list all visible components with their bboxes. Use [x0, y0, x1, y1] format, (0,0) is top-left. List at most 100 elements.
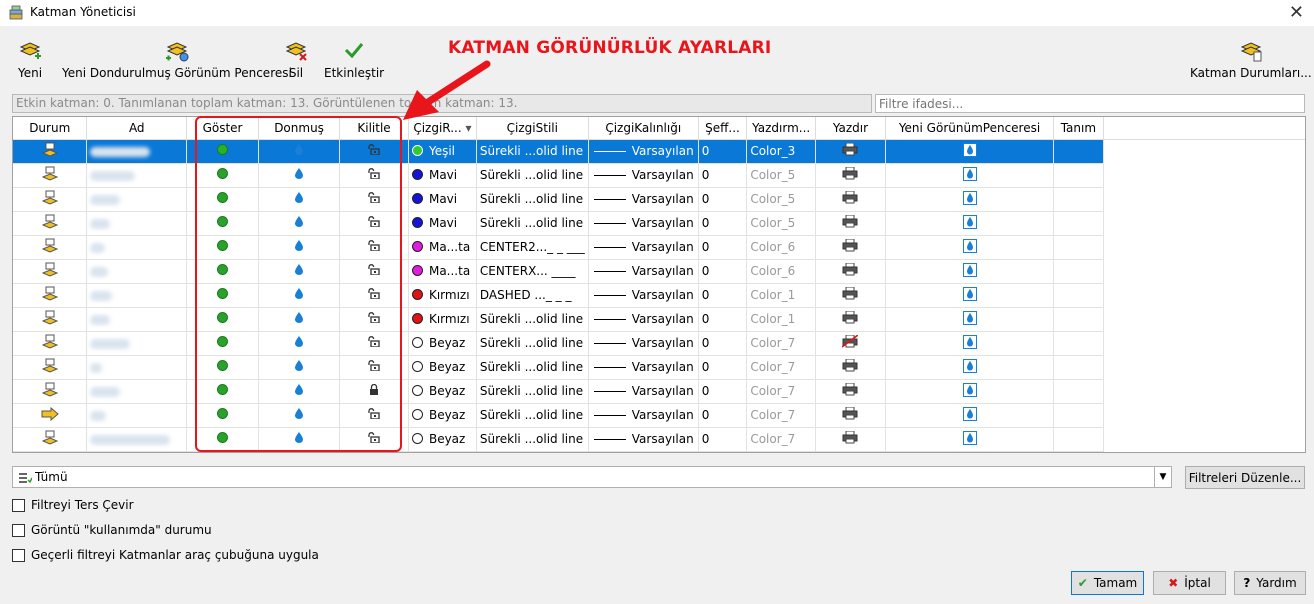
layer-status-cell[interactable]: [13, 307, 88, 332]
cancel-button[interactable]: ✖ İptal: [1153, 571, 1226, 595]
layer-filter-select[interactable]: Tümü ▼: [12, 466, 1172, 488]
table-row[interactable]: Beyaz Sürekli ...olid line Varsayılan 0 Colo…: [13, 427, 1305, 452]
line-color-cell[interactable]: Mavi: [408, 187, 477, 212]
lineweight-cell[interactable]: Varsayılan: [588, 427, 699, 452]
linetype-cell[interactable]: CENTER2..._ _ ___: [476, 235, 589, 260]
description-cell[interactable]: [1053, 139, 1104, 164]
column-header[interactable]: Şeff...: [698, 117, 748, 140]
linetype-cell[interactable]: Sürekli ...olid line: [476, 331, 589, 356]
plot-toggle-cell[interactable]: [815, 427, 886, 452]
thaw-drop-icon[interactable]: [295, 240, 304, 251]
edit-filters-button[interactable]: Filtreleri Düzenle...: [1185, 466, 1305, 489]
printer-icon[interactable]: [842, 166, 858, 180]
line-color-cell[interactable]: Beyaz: [408, 331, 477, 356]
layer-status-cell[interactable]: [13, 427, 88, 452]
layer-name-cell[interactable]: [86, 235, 188, 260]
show-toggle-cell[interactable]: [186, 331, 260, 356]
plot-toggle-cell[interactable]: [815, 187, 886, 212]
printer-icon[interactable]: [842, 262, 858, 276]
line-color-cell[interactable]: Beyaz: [408, 403, 477, 428]
lineweight-cell[interactable]: Varsayılan: [588, 307, 699, 332]
visible-on-icon[interactable]: [217, 240, 229, 251]
lineweight-cell[interactable]: Varsayılan: [588, 403, 699, 428]
transparency-cell[interactable]: 0: [698, 235, 748, 260]
unlock-icon[interactable]: [368, 312, 380, 324]
printer-icon[interactable]: [842, 142, 858, 156]
layer-status-cell[interactable]: [13, 259, 88, 284]
description-cell[interactable]: [1053, 355, 1104, 380]
new-viewport-freeze-cell[interactable]: [885, 331, 1055, 356]
linetype-cell[interactable]: Sürekli ...olid line: [476, 139, 589, 164]
transparency-cell[interactable]: 0: [698, 283, 748, 308]
new-viewport-freeze-cell[interactable]: [885, 235, 1055, 260]
description-cell[interactable]: [1053, 331, 1104, 356]
description-cell[interactable]: [1053, 187, 1104, 212]
table-row[interactable]: Ma...ta CENTERX... ____ Varsayılan 0 Color_6: [13, 259, 1305, 284]
plot-style-cell[interactable]: Color_7: [746, 331, 816, 356]
table-row[interactable]: Kırmızı Sürekli ...olid line Varsayılan 0 Co…: [13, 307, 1305, 332]
new-viewport-freeze-icon[interactable]: [962, 142, 977, 157]
unlock-icon[interactable]: [368, 408, 380, 420]
checkbox-box[interactable]: [12, 548, 25, 562]
plot-style-cell[interactable]: Color_7: [746, 403, 816, 428]
invert-filter-checkbox[interactable]: Filtreyi Ters Çevir: [12, 498, 134, 512]
layer-status-cell[interactable]: [13, 403, 88, 428]
transparency-cell[interactable]: 0: [698, 211, 748, 236]
linetype-cell[interactable]: Sürekli ...olid line: [476, 211, 589, 236]
frozen-toggle-cell[interactable]: [258, 403, 341, 428]
visible-on-icon[interactable]: [217, 360, 229, 371]
linetype-cell[interactable]: Sürekli ...olid line: [476, 307, 589, 332]
visible-on-icon[interactable]: [217, 432, 229, 443]
plot-style-cell[interactable]: Color_1: [746, 283, 816, 308]
plot-toggle-cell[interactable]: [815, 403, 886, 428]
line-color-cell[interactable]: Ma...ta: [408, 235, 477, 260]
printer-icon[interactable]: [842, 358, 858, 372]
layer-name-cell[interactable]: [86, 139, 188, 164]
thaw-drop-icon[interactable]: [295, 168, 304, 179]
checkbox-box[interactable]: [12, 523, 25, 537]
printer-icon[interactable]: [842, 406, 858, 420]
line-color-cell[interactable]: Mavi: [408, 163, 477, 188]
unlock-icon[interactable]: [368, 144, 380, 156]
plot-style-cell[interactable]: Color_7: [746, 427, 816, 452]
thaw-drop-icon[interactable]: [295, 384, 304, 395]
printer-icon[interactable]: [842, 382, 858, 396]
column-header[interactable]: Kilitle: [339, 117, 409, 140]
thaw-drop-icon[interactable]: [295, 288, 304, 299]
visible-on-icon[interactable]: [217, 408, 229, 419]
printer-icon[interactable]: [842, 238, 858, 252]
new-viewport-freeze-icon[interactable]: [962, 262, 977, 277]
lineweight-cell[interactable]: Varsayılan: [588, 139, 699, 164]
layer-states-button[interactable]: Katman Durumları...: [1190, 38, 1312, 80]
description-cell[interactable]: [1053, 307, 1104, 332]
layer-name-cell[interactable]: [86, 163, 188, 188]
transparency-cell[interactable]: 0: [698, 139, 748, 164]
show-toggle-cell[interactable]: [186, 379, 260, 404]
transparency-cell[interactable]: 0: [698, 379, 748, 404]
line-color-cell[interactable]: Mavi: [408, 211, 477, 236]
description-cell[interactable]: [1053, 235, 1104, 260]
lineweight-cell[interactable]: Varsayılan: [588, 283, 699, 308]
linetype-cell[interactable]: Sürekli ...olid line: [476, 379, 589, 404]
no-plot-printer-icon[interactable]: [841, 334, 859, 348]
transparency-cell[interactable]: 0: [698, 427, 748, 452]
thaw-drop-icon[interactable]: [295, 336, 304, 347]
layer-name-cell[interactable]: [86, 427, 188, 452]
show-toggle-cell[interactable]: [186, 211, 260, 236]
column-header[interactable]: Donmuş: [258, 117, 341, 140]
line-color-cell[interactable]: Kırmızı: [408, 283, 477, 308]
plot-style-cell[interactable]: Color_5: [746, 187, 816, 212]
layer-name-cell[interactable]: [86, 403, 188, 428]
unlock-icon[interactable]: [368, 168, 380, 180]
chevron-down-icon[interactable]: ▼: [1154, 467, 1171, 487]
frozen-toggle-cell[interactable]: [258, 259, 341, 284]
frozen-toggle-cell[interactable]: [258, 307, 341, 332]
new-layer-button[interactable]: Yeni: [18, 38, 42, 80]
layer-name-cell[interactable]: [86, 379, 188, 404]
frozen-toggle-cell[interactable]: [258, 235, 341, 260]
new-viewport-freeze-icon[interactable]: [962, 214, 977, 229]
description-cell[interactable]: [1053, 211, 1104, 236]
in-use-status-checkbox[interactable]: Görüntü "kullanımda" durumu: [12, 523, 212, 537]
layer-status-cell[interactable]: [13, 235, 88, 260]
new-viewport-freeze-cell[interactable]: [885, 307, 1055, 332]
